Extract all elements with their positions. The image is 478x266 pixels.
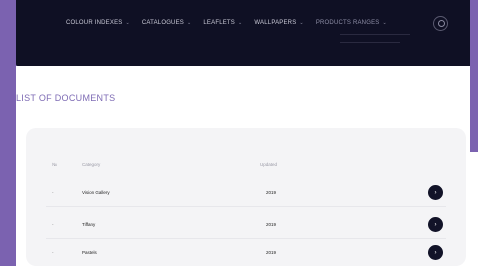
chevron-right-icon[interactable]: › — [428, 245, 443, 260]
search-icon[interactable] — [433, 16, 448, 31]
chevron-down-icon: ⌄ — [382, 20, 387, 26]
row-number: - — [52, 250, 54, 255]
chevron-down-icon: ⌄ — [238, 20, 243, 26]
chevron-down-icon: ⌄ — [187, 20, 192, 26]
table-row: - Pastels 2019 › — [26, 245, 466, 261]
dropdown-divider — [340, 42, 400, 43]
row-number: - — [52, 222, 54, 227]
table-row: - Vision Gallery 2019 › — [26, 185, 466, 201]
row-number: - — [52, 190, 54, 195]
nav-item-label: PRODUCTS RANGES — [315, 20, 380, 26]
column-header-number: № — [52, 162, 57, 167]
nav-menu: COLOUR INDEXES ⌄ CATALOGUES ⌄ LEAFLETS ⌄… — [60, 20, 393, 26]
table-row: - Tiffany 2019 › — [26, 217, 466, 233]
row-divider — [46, 238, 446, 239]
nav-item-label: COLOUR INDEXES — [66, 20, 123, 26]
column-header-category: Category — [82, 162, 101, 167]
page-title: LIST OF DOCUMENTS — [16, 93, 116, 103]
chevron-right-icon[interactable]: › — [428, 185, 443, 200]
chevron-down-icon: ⌄ — [299, 20, 304, 26]
dropdown-divider — [340, 34, 410, 35]
row-divider — [46, 206, 446, 207]
column-header-updated: Updated — [260, 162, 278, 167]
row-updated: 2019 — [266, 222, 277, 227]
nav-item-label: CATALOGUES — [141, 20, 184, 26]
nav-item-wallpapers[interactable]: WALLPAPERS ⌄ — [248, 20, 309, 26]
row-updated: 2019 — [266, 190, 277, 195]
row-category: Pastels — [82, 250, 97, 255]
table-header: № Category Updated — [26, 162, 466, 172]
nav-item-products-ranges[interactable]: PRODUCTS RANGES ⌄ — [310, 20, 393, 26]
row-category: Tiffany — [82, 222, 96, 227]
nav-item-colour-indexes[interactable]: COLOUR INDEXES ⌄ — [60, 20, 136, 26]
nav-item-label: WALLPAPERS — [254, 20, 297, 26]
nav-item-leaflets[interactable]: LEAFLETS ⌄ — [197, 20, 248, 26]
nav-item-catalogues[interactable]: CATALOGUES ⌄ — [136, 20, 198, 26]
nav-item-label: LEAFLETS — [203, 20, 236, 26]
page: COLOUR INDEXES ⌄ CATALOGUES ⌄ LEAFLETS ⌄… — [0, 0, 478, 266]
row-updated: 2019 — [266, 250, 277, 255]
top-navbar: COLOUR INDEXES ⌄ CATALOGUES ⌄ LEAFLETS ⌄… — [16, 0, 470, 66]
documents-card: № Category Updated - Vision Gallery 2019… — [26, 128, 466, 266]
row-category: Vision Gallery — [82, 190, 110, 195]
chevron-down-icon: ⌄ — [125, 20, 130, 26]
chevron-right-icon[interactable]: › — [428, 217, 443, 232]
